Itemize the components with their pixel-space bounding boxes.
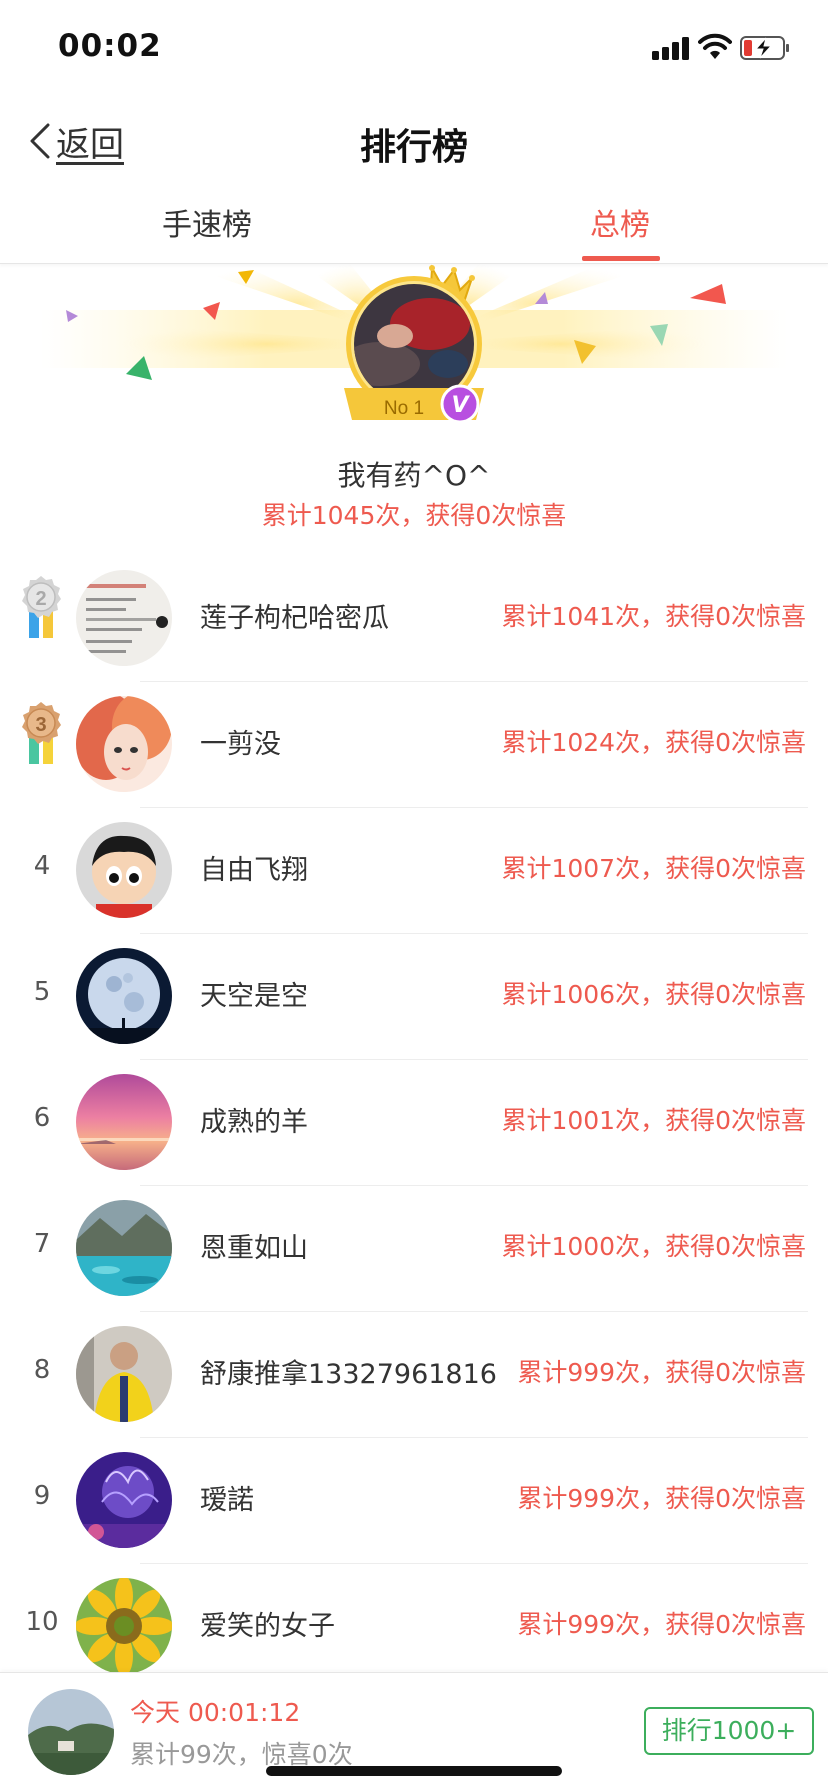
avatar	[76, 1074, 172, 1170]
wifi-icon	[698, 33, 732, 59]
avatar	[76, 822, 172, 918]
user-stats: 累计1001次，获得0次惊喜	[501, 1106, 806, 1135]
avatar	[76, 696, 172, 792]
tab-total-ranking[interactable]: 总榜	[590, 200, 650, 244]
tab-bar: 手速榜 总榜	[0, 190, 828, 264]
avatar	[76, 1200, 172, 1296]
champion-name[interactable]: 我有药^O^	[0, 454, 828, 494]
svg-text:3: 3	[35, 714, 46, 736]
ranking-row-5[interactable]: 5 天空是空 累计1006次，获得0次惊喜	[0, 934, 828, 1060]
battery-charging-icon	[740, 36, 789, 60]
avatar	[76, 1326, 172, 1422]
user-name: 天空是空	[200, 981, 308, 1012]
home-indicator	[266, 1766, 562, 1776]
user-stats: 累计1041次，获得0次惊喜	[501, 602, 806, 631]
tab-speed-ranking[interactable]: 手速榜	[162, 200, 252, 244]
rank-number: 8	[33, 1355, 51, 1385]
user-name: 一剪没	[200, 729, 281, 760]
ranking-list: 2 莲子枸杞哈密瓜 累计1041次，获得0次惊喜 3 一剪没 累计1024次，获…	[0, 556, 828, 1690]
user-name: 莲子枸杞哈密瓜	[200, 603, 389, 634]
champion-celebration-graphic: No 1 V	[40, 264, 788, 424]
no1-ribbon-text: No 1	[384, 398, 424, 419]
user-stats: 累计1006次，获得0次惊喜	[501, 980, 806, 1009]
navigation-bar: 返回 排行榜	[0, 100, 828, 190]
signal-icon	[652, 36, 690, 60]
ranking-row-4[interactable]: 4 自由飞翔 累计1007次，获得0次惊喜	[0, 808, 828, 934]
user-name: 成熟的羊	[200, 1107, 308, 1138]
svg-text:2: 2	[35, 588, 46, 610]
user-name: 恩重如山	[200, 1233, 308, 1264]
rank-number: 4	[33, 851, 51, 881]
rank-number: 10	[25, 1607, 59, 1637]
user-stats: 累计999次，获得0次惊喜	[517, 1610, 806, 1639]
page-title: 排行榜	[359, 127, 468, 168]
status-bar: 00:02	[0, 0, 828, 100]
ranking-row-6[interactable]: 6 成熟的羊 累计1001次，获得0次惊喜	[0, 1060, 828, 1186]
silver-medal-icon: 2	[22, 576, 61, 638]
ranking-row-7[interactable]: 7 恩重如山 累计1000次，获得0次惊喜	[0, 1186, 828, 1312]
avatar	[76, 948, 172, 1044]
rank-number: 6	[33, 1103, 51, 1133]
user-name: 自由飞翔	[200, 855, 308, 886]
user-stats: 累计1000次，获得0次惊喜	[501, 1232, 806, 1261]
user-name: 爱笑的女子	[200, 1611, 335, 1642]
ranking-row-8[interactable]: 8 舒康推拿13327961816 累计999次，获得0次惊喜	[0, 1312, 828, 1438]
champion-stats: 累计1045次，获得0次惊喜	[261, 501, 567, 530]
bronze-medal-icon: 3	[22, 702, 61, 764]
rank-number: 7	[33, 1229, 51, 1259]
svg-text:V: V	[451, 393, 470, 418]
user-name: 瑷諾	[200, 1485, 254, 1516]
ranking-row-3[interactable]: 3 一剪没 累计1024次，获得0次惊喜	[0, 682, 828, 808]
user-stats: 累计999次，获得0次惊喜	[517, 1358, 806, 1387]
user-stats: 累计1007次，获得0次惊喜	[501, 854, 806, 883]
user-stats: 累计999次，获得0次惊喜	[517, 1484, 806, 1513]
ranking-row-2[interactable]: 2 莲子枸杞哈密瓜 累计1041次，获得0次惊喜	[0, 556, 828, 682]
avatar	[76, 1452, 172, 1548]
rank-number: 5	[33, 977, 51, 1007]
user-name: 舒康推拿13327961816	[200, 1359, 497, 1390]
my-rank-button[interactable]: 排行1000+	[644, 1707, 814, 1755]
champion-card: No 1 V 我有药^O^ 累计1045次，获得0次惊喜	[0, 264, 828, 534]
avatar	[76, 570, 172, 666]
status-time: 00:02	[58, 28, 162, 64]
rank-number: 9	[33, 1481, 51, 1511]
verified-badge-icon: V	[440, 384, 480, 424]
user-stats: 累计1024次，获得0次惊喜	[501, 728, 806, 757]
active-tab-indicator	[582, 256, 660, 261]
my-avatar	[28, 1689, 114, 1775]
ranking-row-9[interactable]: 9 瑷諾 累计999次，获得0次惊喜	[0, 1438, 828, 1564]
avatar	[76, 1578, 172, 1674]
today-time: 今天 00:01:12	[130, 1698, 301, 1727]
